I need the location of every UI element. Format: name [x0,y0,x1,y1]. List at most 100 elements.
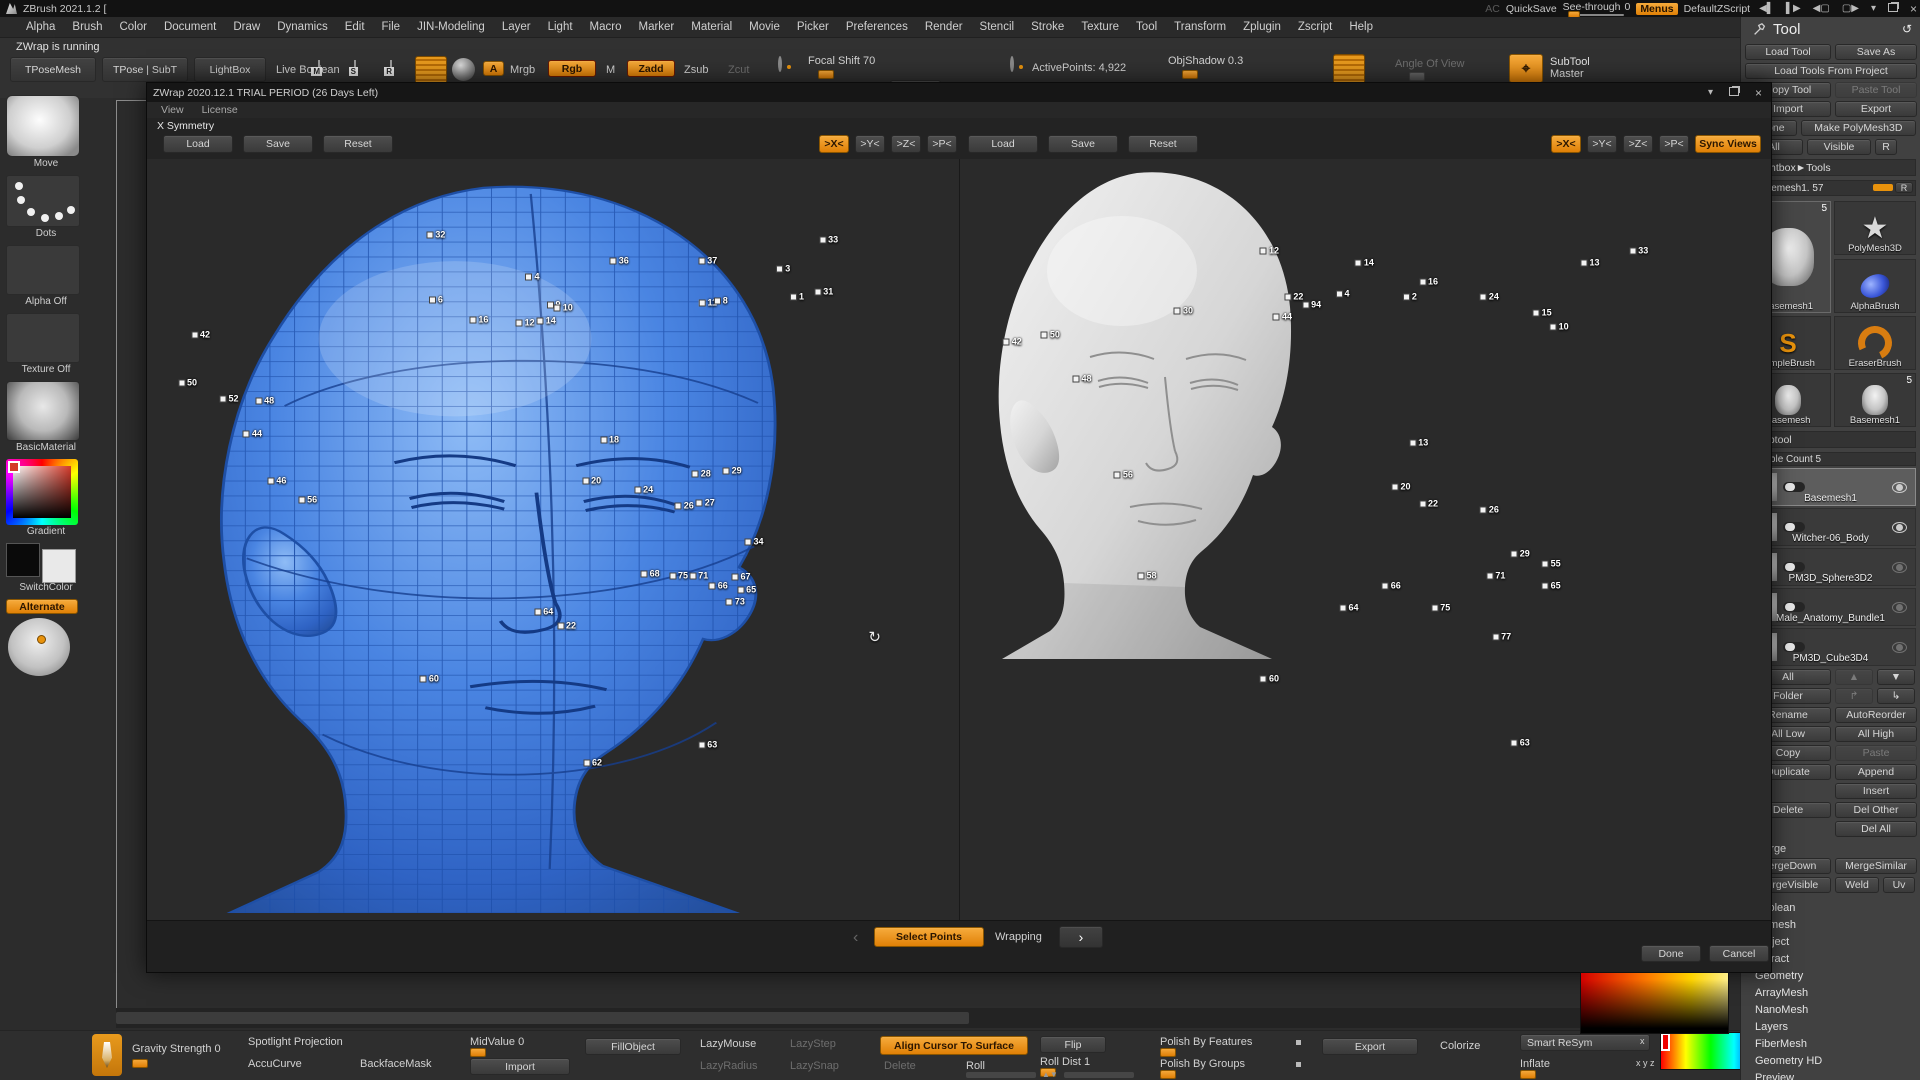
point-marker[interactable]: 65 [737,586,756,595]
del-all-button[interactable]: Del All [1835,821,1917,837]
minimize-icon[interactable]: ▾ [1868,4,1879,14]
point-marker[interactable]: 4 [525,273,539,282]
move-up-icon[interactable]: ▲ [1835,669,1873,685]
point-marker[interactable]: 68 [641,569,660,578]
point-marker[interactable]: 63 [1511,738,1530,747]
point-marker[interactable]: 20 [1391,483,1410,492]
menu-tool[interactable]: Tool [1136,21,1157,33]
menu-brush[interactable]: Brush [72,21,102,33]
shelf-scroll-widget[interactable]: ▲▼ [966,1070,1134,1079]
point-marker[interactable]: 56 [1114,471,1133,480]
doc-m-icon[interactable]: M [318,60,320,74]
wrapping-tab[interactable]: Wrapping [995,931,1042,943]
inflate-axis[interactable]: x y z [1636,1058,1655,1068]
point-marker[interactable]: 58 [1137,571,1156,580]
smart-resym-button[interactable]: Smart ReSym [1520,1034,1650,1051]
zwrap-save-left-button[interactable]: Save [1048,135,1118,153]
gravity-dial-icon[interactable] [1010,56,1014,72]
menu-material[interactable]: Material [691,21,732,33]
sync-views-button[interactable]: Sync Views [1695,135,1761,153]
point-marker[interactable]: 52 [219,395,238,404]
zwrap-reset-points-button[interactable]: Reset [323,135,393,153]
point-marker[interactable]: 42 [1003,337,1022,346]
menu-document[interactable]: Document [164,21,216,33]
paste-tool-button[interactable]: Paste Tool [1835,82,1917,98]
point-marker[interactable]: 33 [1629,247,1648,256]
zwrap-load-points-button[interactable]: Load [163,135,233,153]
menu-jin-modeling[interactable]: JIN-Modeling [417,21,485,33]
zwrap-minimize-icon[interactable]: ▾ [1705,88,1716,98]
menu-edit[interactable]: Edit [345,21,365,33]
point-marker[interactable]: 10 [1550,323,1569,332]
append-button[interactable]: Append [1835,764,1917,780]
menu-alpha[interactable]: Alpha [26,21,55,33]
fillobject-button[interactable]: FillObject [585,1038,681,1055]
point-marker[interactable]: 24 [1480,292,1499,301]
point-marker[interactable]: 64 [1340,603,1359,612]
m-toggle[interactable]: M [606,64,615,76]
tposemesh-button[interactable]: TPoseMesh [10,57,96,82]
point-marker[interactable]: 60 [420,674,439,683]
zwrap-menu-license[interactable]: License [202,104,238,116]
select-points-tab[interactable]: Select Points [874,927,984,947]
visibility-eye-icon[interactable] [1892,562,1907,573]
point-marker[interactable]: 29 [723,467,742,476]
point-marker[interactable]: 6 [429,295,443,304]
paste-subtool-button[interactable]: Paste [1835,745,1917,761]
point-marker[interactable]: 73 [726,598,745,607]
tool-thumb-eraserbrush[interactable]: EraserBrush [1834,316,1916,370]
point-marker[interactable]: 65 [1542,581,1561,590]
point-marker[interactable]: 30 [1174,307,1193,316]
shelf-item-move[interactable]: Move [6,95,86,169]
import-tray-button[interactable]: Import [470,1058,570,1075]
shelf-item-dots[interactable]: Dots [6,175,86,239]
visibility-eye-icon[interactable] [1892,482,1907,493]
point-marker[interactable]: 10 [554,303,573,312]
doc-r-icon[interactable]: R [390,60,392,74]
point-marker[interactable]: 22 [1419,500,1438,509]
backfacemask-toggle[interactable]: BackfaceMask [360,1058,432,1070]
menu-texture[interactable]: Texture [1081,21,1119,33]
point-marker[interactable]: 14 [1355,259,1374,268]
tray-scroll-left-icon[interactable]: ◀▌ [1756,4,1777,14]
axis-button--x-[interactable]: >X< [819,135,849,153]
point-marker[interactable]: 15 [1533,308,1552,317]
autoreorder-button[interactable]: AutoReorder [1835,707,1917,723]
point-marker[interactable]: 18 [600,436,619,445]
zwrap-restore-icon[interactable] [1726,87,1742,99]
point-marker[interactable]: 48 [255,397,274,406]
gravity-brush-icon[interactable] [92,1034,122,1076]
point-marker[interactable]: 20 [582,477,601,486]
mrgb-toggle[interactable]: Mrgb [510,64,535,76]
tool-thumb-polymesh3d[interactable]: ★ PolyMesh3D [1834,201,1916,255]
point-marker[interactable]: 22 [557,622,576,631]
point-marker[interactable]: 28 [692,469,711,478]
insert-button[interactable]: Insert [1835,783,1917,799]
section-geometry-hd[interactable]: Geometry HD [1741,1052,1920,1069]
live-boolean-toggle[interactable]: Live Boolean [276,64,340,76]
menu-picker[interactable]: Picker [797,21,829,33]
point-marker[interactable]: 29 [1511,550,1530,559]
alternate-button[interactable]: Alternate [6,599,78,614]
menu-preferences[interactable]: Preferences [846,21,908,33]
point-marker[interactable]: 77 [1492,632,1511,641]
point-marker[interactable]: 94 [1302,301,1321,310]
point-marker[interactable]: 1 [790,292,804,301]
point-marker[interactable]: 3 [776,264,790,273]
point-marker[interactable]: 75 [669,571,688,580]
del-other-button[interactable]: Del Other [1835,802,1917,818]
section-nanomesh[interactable]: NanoMesh [1741,1001,1920,1018]
tool-thumb-alphabrush[interactable]: AlphaBrush [1834,259,1916,313]
point-marker[interactable]: 33 [819,235,838,244]
load-tools-from-project-button[interactable]: Load Tools From Project [1745,63,1917,79]
menu-dynamics[interactable]: Dynamics [277,21,327,33]
colorize-toggle[interactable]: Colorize [1440,1040,1480,1052]
point-marker[interactable]: 26 [1480,506,1499,515]
lazymouse-toggle[interactable]: LazyMouse [700,1038,756,1050]
point-marker[interactable]: 31 [814,287,833,296]
point-marker[interactable]: 37 [698,257,717,266]
point-marker[interactable]: 16 [469,315,488,324]
weld-button[interactable]: Weld [1835,877,1879,893]
point-marker[interactable]: 44 [1273,313,1292,322]
shelf-item-sphere[interactable] [6,618,86,676]
